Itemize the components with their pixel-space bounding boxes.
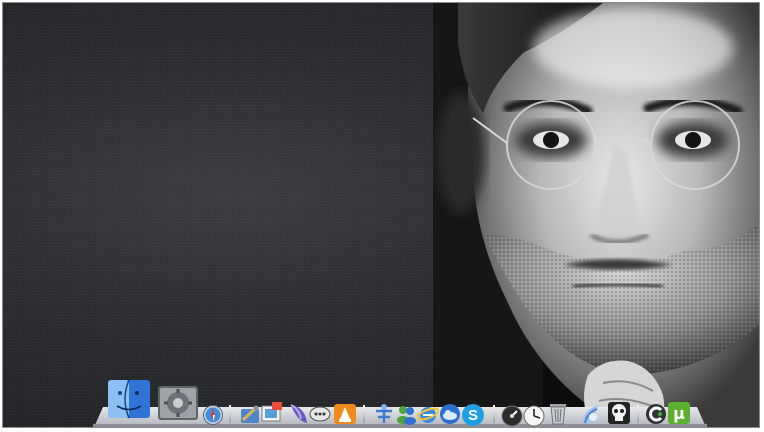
svg-text:S: S: [468, 407, 478, 424]
safari-icon[interactable]: [203, 405, 223, 425]
utilities-icon[interactable]: [239, 405, 261, 425]
preview-icon[interactable]: [261, 401, 283, 423]
clock-icon[interactable]: [523, 405, 545, 427]
messages-icon[interactable]: [309, 405, 331, 425]
skull-icon[interactable]: [607, 401, 631, 425]
skype-icon[interactable]: S: [461, 403, 485, 427]
portrait-wallpaper: [433, 3, 759, 427]
vlc-icon[interactable]: [333, 403, 357, 425]
system-preferences-icon[interactable]: [157, 385, 199, 421]
desktop-screen: S µ: [2, 2, 760, 428]
trash-icon[interactable]: [547, 401, 569, 425]
dashboard-icon[interactable]: [501, 405, 523, 427]
flower-icon[interactable]: [579, 401, 605, 427]
ccleaner-icon[interactable]: [645, 403, 667, 425]
internet-explorer-icon[interactable]: [417, 403, 439, 425]
cloud-icon[interactable]: [439, 403, 461, 425]
messenger-icon[interactable]: [395, 403, 417, 425]
network-icon[interactable]: [373, 403, 395, 425]
utorrent-icon[interactable]: µ: [667, 401, 691, 425]
svg-text:µ: µ: [673, 404, 685, 423]
finder-icon[interactable]: [107, 379, 151, 419]
app-launcher-icon[interactable]: [287, 403, 309, 425]
